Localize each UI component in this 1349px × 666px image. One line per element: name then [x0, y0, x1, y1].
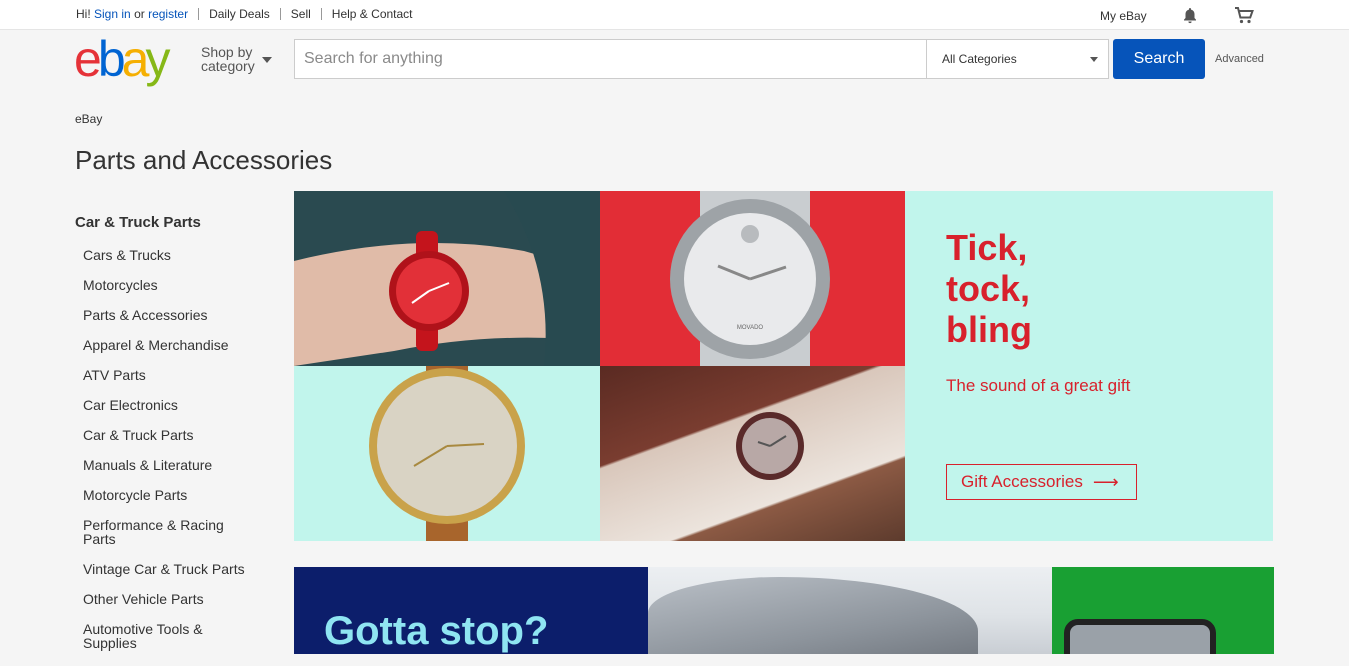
advanced-search-link[interactable]: Advanced — [1215, 53, 1264, 65]
sign-in-link[interactable]: Sign in — [94, 7, 131, 21]
sell-link[interactable]: Sell — [291, 7, 311, 21]
chevron-down-icon — [262, 57, 272, 63]
shop-by-category-button[interactable]: Shop by category — [201, 44, 272, 74]
car-photo — [648, 567, 1052, 654]
hero-banner[interactable]: MOVADO Tick, tock, bling The sound of a … — [294, 191, 1273, 541]
top-nav-right: My eBay — [1100, 5, 1254, 25]
sidebar-item-car-truck-parts[interactable]: Car & Truck Parts — [83, 428, 248, 442]
sidebar: Car & Truck Parts Cars & Trucks Motorcyc… — [75, 214, 275, 666]
gift-accessories-button[interactable]: Gift Accessories ⟶ — [946, 464, 1137, 500]
mirror-photo — [1052, 567, 1274, 654]
or-text: or — [134, 7, 145, 21]
movado-brand-text: MOVADO — [737, 325, 764, 331]
divider — [279, 8, 281, 20]
breadcrumb-ebay[interactable]: eBay — [75, 112, 102, 126]
bell-icon[interactable] — [1180, 5, 1200, 25]
gift-accessories-label: Gift Accessories — [961, 472, 1083, 491]
logo-letter-e: e — [74, 31, 102, 87]
category-select-value: All Categories — [942, 52, 1017, 66]
daily-deals-link[interactable]: Daily Deals — [209, 7, 270, 21]
sidebar-item-other-vehicle-parts[interactable]: Other Vehicle Parts — [83, 592, 248, 606]
logo-letter-a: a — [121, 31, 150, 87]
promo-banner-2-title: Gotta stop? — [324, 609, 549, 653]
watch-photo-movado: MOVADO — [600, 191, 905, 366]
hero-text: Tick, tock, bling The sound of a great g… — [946, 227, 1246, 396]
sidebar-item-vintage-car-truck[interactable]: Vintage Car & Truck Parts — [83, 562, 248, 576]
sidebar-item-cars-trucks[interactable]: Cars & Trucks — [83, 248, 248, 262]
greeting-text: Hi! — [76, 7, 91, 21]
mirror-image — [1064, 619, 1216, 654]
car-image — [648, 577, 978, 654]
logo-letter-y: y — [145, 31, 170, 87]
sidebar-item-motorcycle-parts[interactable]: Motorcycle Parts — [83, 488, 248, 502]
divider — [198, 8, 200, 20]
category-label: category — [201, 58, 255, 74]
sidebar-item-motorcycles[interactable]: Motorcycles — [83, 278, 248, 292]
sidebar-heading[interactable]: Car & Truck Parts — [75, 214, 275, 231]
top-nav-left: Hi! Sign in or register Daily Deals Sell… — [76, 7, 413, 21]
shop-by-label: Shop by — [201, 44, 253, 60]
sidebar-item-parts-accessories[interactable]: Parts & Accessories — [83, 308, 248, 322]
sidebar-item-manuals-literature[interactable]: Manuals & Literature — [83, 458, 248, 472]
hero-subtitle: The sound of a great gift — [946, 376, 1131, 395]
sidebar-item-car-electronics[interactable]: Car Electronics — [83, 398, 248, 412]
promo-banner-2-left: Gotta stop? — [294, 567, 648, 654]
sidebar-item-automotive-tools[interactable]: Automotive Tools & Supplies — [83, 622, 248, 650]
watch-photo-red — [294, 191, 600, 366]
sidebar-item-atv-parts[interactable]: ATV Parts — [83, 368, 248, 382]
sidebar-item-performance-racing[interactable]: Performance & Racing Parts — [83, 518, 248, 546]
hero-title: Tick, tock, bling — [946, 227, 1032, 350]
chevron-down-icon — [1090, 57, 1098, 62]
sidebar-list: Cars & Trucks Motorcycles Parts & Access… — [75, 248, 275, 650]
promo-banner-2[interactable]: Gotta stop? — [294, 567, 1274, 654]
help-contact-link[interactable]: Help & Contact — [332, 7, 413, 21]
page-title: Parts and Accessories — [75, 145, 333, 175]
divider — [320, 8, 322, 20]
arrow-right-icon: ⟶ — [1092, 471, 1119, 492]
watch-photo-gold — [294, 366, 600, 541]
logo-letter-b: b — [97, 31, 126, 87]
ebay-logo[interactable]: ebay — [74, 34, 194, 86]
category-select[interactable]: All Categories — [926, 40, 1108, 78]
watch-photo-rose — [600, 366, 905, 541]
register-link[interactable]: register — [148, 7, 188, 21]
search-input[interactable] — [295, 40, 926, 78]
search-bar: All Categories — [294, 39, 1109, 79]
search-button[interactable]: Search — [1113, 39, 1205, 79]
my-ebay-link[interactable]: My eBay — [1100, 9, 1147, 23]
sidebar-item-apparel-merchandise[interactable]: Apparel & Merchandise — [83, 338, 248, 352]
cart-icon[interactable] — [1234, 5, 1254, 25]
top-nav-bar: Hi! Sign in or register Daily Deals Sell… — [0, 0, 1349, 30]
